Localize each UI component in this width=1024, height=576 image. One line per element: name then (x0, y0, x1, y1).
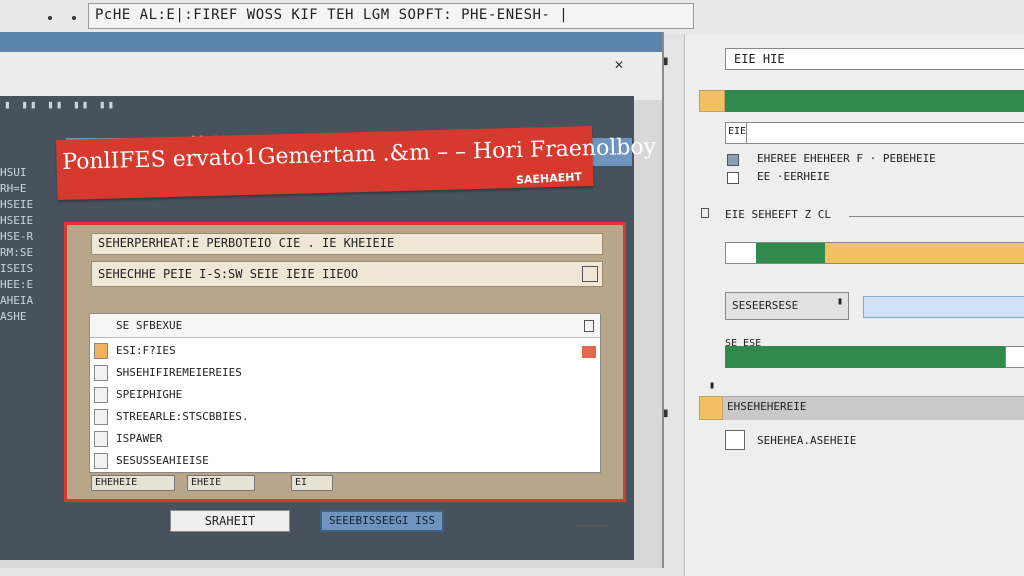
option-label: EE ·EERHEIE (757, 170, 830, 183)
progress-remaining (825, 243, 1024, 263)
value-field[interactable] (725, 122, 1024, 144)
list-item[interactable]: STREEARLE:STSCBBIES. (90, 406, 600, 428)
divider (576, 525, 610, 527)
form-dialog: SEHERPERHEAT:E PERBOTEIO CIE . IE KHEIEI… (64, 222, 626, 502)
option-checkbox[interactable] (727, 172, 739, 184)
dot-icon (72, 16, 76, 20)
list-item[interactable]: SPEIPHIGHE (90, 384, 600, 406)
properties-panel: ▮ ▮ EIE HIE EIE EHEREE EHEHEER F · PEBEH… (663, 34, 1024, 576)
progress-bar[interactable] (725, 242, 1024, 264)
section-divider (849, 216, 1024, 217)
file-icon (94, 387, 108, 403)
panel-marker-icon: ▮ (663, 56, 669, 67)
side-column-item[interactable]: AHEIA (0, 294, 66, 310)
checkbox-label: SEHEHEA.ASEHEIE (757, 434, 857, 447)
file-icon (94, 409, 108, 425)
side-column-item[interactable]: HEE:E (0, 278, 66, 294)
selection-field[interactable] (863, 296, 1024, 318)
first-text-field[interactable]: SEHERPERHEAT:E PERBOTEIO CIE . IE KHEIEI… (91, 233, 603, 255)
side-column-item[interactable]: ISEIS (0, 262, 66, 278)
slider-end[interactable] (1005, 346, 1024, 368)
item-list: SE SFBEXUE ESI:F?IES SHSEHIFIREMEIEREIES… (89, 313, 601, 473)
file-icon (94, 343, 108, 359)
file-icon (94, 453, 108, 469)
side-column-item[interactable]: HSEIE (0, 198, 66, 214)
progress-fill (756, 243, 825, 263)
value-field-lead: EIE (725, 122, 747, 144)
footer-field[interactable]: EHEIE (187, 475, 255, 491)
color-tab[interactable] (699, 90, 725, 112)
green-slider-bar[interactable] (725, 346, 1005, 368)
list-item[interactable]: ESI:F?IES (90, 340, 600, 362)
marker-icon: ▮ (709, 380, 716, 391)
submit-button[interactable]: SRAHEIT (170, 510, 290, 532)
window-toolbar-area (0, 52, 662, 100)
side-column-item[interactable]: ASHE (0, 310, 66, 326)
side-column-item[interactable]: HSEIE (0, 214, 66, 230)
dropdown-icon[interactable]: ▮ (837, 296, 843, 307)
option-checkbox[interactable] (727, 154, 739, 166)
color-tab[interactable] (699, 396, 723, 420)
second-field-value: SEHECHHE PEIE I-S:SW SEIE IEIE IIEOO (98, 267, 359, 281)
side-column-item[interactable]: RH=E (0, 182, 66, 198)
scroll-icon[interactable] (584, 320, 594, 332)
list-header: SE SFBEXUE (90, 314, 600, 338)
side-column-item[interactable]: HSE-R (0, 230, 66, 246)
green-color-bar[interactable] (725, 90, 1024, 112)
side-column-list: HSUI RH=E HSEIE HSEIE HSE-R RM:SE ISEIS … (0, 166, 66, 326)
primary-action-button[interactable]: SEEEBISSEEGI ISS (320, 510, 444, 532)
list-item[interactable]: SHSEHIFIREMEIEREIES (90, 362, 600, 384)
top-bar: PcHE AL:E|:FIREF WOSS KIF TEH LGM SOPFT:… (0, 0, 1024, 34)
side-column-item[interactable]: RM:SE (0, 246, 66, 262)
file-icon (94, 365, 108, 381)
expand-icon[interactable] (582, 266, 598, 282)
footer-field[interactable]: EI (291, 475, 333, 491)
checkbox[interactable] (725, 430, 745, 450)
list-item[interactable]: ISPAWER (90, 428, 600, 450)
second-text-field[interactable]: SEHECHHE PEIE I-S:SW SEIE IEIE IIEOO (91, 261, 603, 287)
dot-icon (48, 16, 52, 20)
list-item[interactable]: SESUSSEAHIEISE (90, 450, 600, 472)
footer-field[interactable]: EHEHEIE (91, 475, 175, 491)
panel-button[interactable]: SESEERSESE (725, 292, 849, 320)
document-title-field[interactable]: PcHE AL:E|:FIREF WOSS KIF TEH LGM SOPFT:… (88, 3, 694, 29)
file-icon (94, 431, 108, 447)
section-heading: EIE SEHEEFT Z CL (725, 208, 831, 221)
option-label: EHEREE EHEHEER F · PEBEHEIE (757, 152, 936, 165)
name-field[interactable]: EIE HIE (725, 48, 1024, 70)
dark-toolbar[interactable]: ▮ ▮▮ ▮▮ ▮▮ ▮▮ (4, 98, 116, 111)
group-label: EHSEHEHEREIE (727, 400, 807, 413)
window-titlebar[interactable] (0, 32, 662, 52)
close-icon[interactable]: ✕ (614, 58, 624, 72)
section-icon (701, 208, 709, 218)
panel-marker-icon: ▮ (663, 408, 669, 419)
